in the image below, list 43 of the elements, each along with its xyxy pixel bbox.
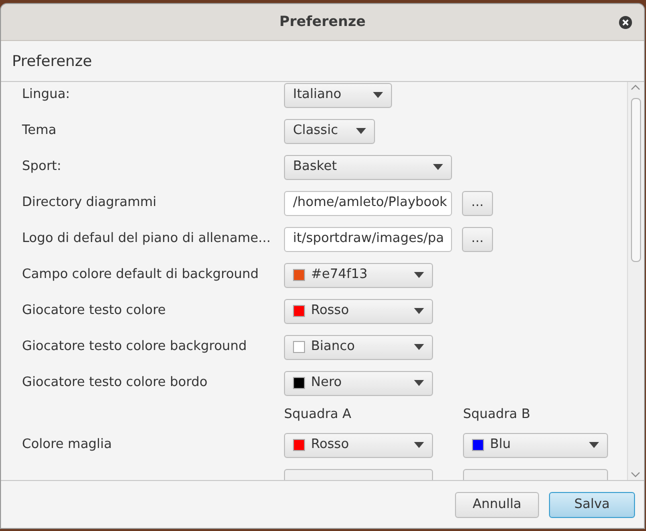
dropdown[interactable]: Classic [284, 118, 375, 144]
caret-icon [433, 164, 443, 170]
caret-icon [356, 128, 366, 134]
browse-button[interactable]: ... [462, 226, 493, 252]
caret-icon [373, 92, 383, 98]
field-label: Directory diagrammi [22, 194, 158, 212]
header-title: Preferenze [12, 50, 92, 72]
field-label: Logo di defaul del piano di allename... [22, 230, 272, 248]
column-header: Squadra A [284, 406, 352, 424]
column-header: Squadra B [463, 406, 530, 424]
field-label: Giocatore testo colore background [22, 338, 248, 356]
path-field[interactable]: it/sportdraw/images/pa [284, 226, 452, 252]
scroll-up-icon[interactable] [631, 84, 640, 90]
scrollbar[interactable] [627, 82, 643, 480]
field-label: Lingua: [22, 86, 71, 104]
dropdown[interactable]: #e74f13 [284, 262, 433, 288]
field-label: Campo colore default di background [22, 266, 260, 284]
caret-icon [414, 380, 424, 386]
field-label: Giocatore testo colore [22, 302, 167, 320]
browse-button[interactable]: ... [462, 190, 493, 216]
caret-icon [414, 308, 424, 314]
scroll-down-icon[interactable] [631, 472, 640, 478]
window-title: Preferenze [279, 12, 366, 32]
dropdown[interactable]: Nero [284, 370, 433, 396]
dialog-button[interactable]: Annulla [455, 492, 539, 518]
caret-icon [414, 272, 424, 278]
field-label: Sport: [22, 158, 62, 176]
caret-icon [414, 442, 424, 448]
dropdown[interactable]: Italiano [284, 82, 392, 108]
caret-icon [589, 442, 599, 448]
scroll-thumb[interactable] [630, 98, 640, 262]
dropdown[interactable]: Basket [284, 154, 452, 180]
dropdown[interactable]: Blu [463, 432, 608, 458]
field-label: Tema [22, 122, 58, 140]
path-field[interactable]: /home/amleto/Playbook [284, 190, 452, 216]
dropdown[interactable]: Rosso [284, 298, 433, 324]
caret-icon [414, 344, 424, 350]
field-label: Giocatore testo colore bordo [22, 374, 208, 392]
dropdown[interactable]: Bianco [284, 334, 433, 360]
close-icon[interactable] [619, 16, 632, 29]
dialog-button[interactable]: Salva [549, 492, 635, 518]
dropdown[interactable]: Rosso [284, 432, 433, 458]
field-label: Colore maglia [22, 436, 113, 454]
